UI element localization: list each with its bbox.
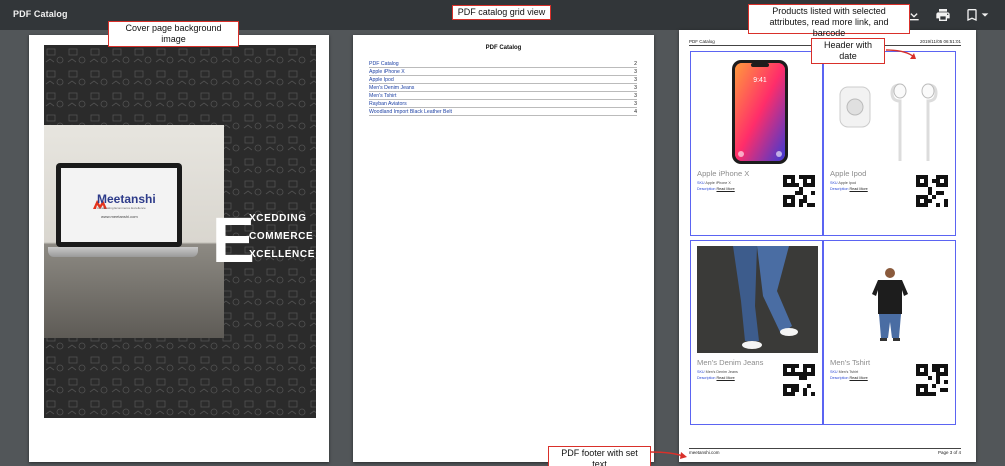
toc-item[interactable]: Rayban Aviators 3: [369, 100, 637, 108]
callout-header-date: Header with date: [811, 38, 885, 64]
barcode-qr-icon: [916, 364, 948, 396]
product-image-iphone: 9:41: [732, 60, 788, 164]
toc-item[interactable]: Apple iPhone X 3: [369, 68, 637, 76]
footer-page-number: Page 3 of 4: [937, 450, 961, 455]
cover-background-image: Meetanshi Accelerating Ecommerce Excelle…: [44, 45, 316, 418]
product-name: Men's Tshirt: [830, 358, 871, 367]
brand-name: Meetanshi: [97, 192, 156, 206]
toc-item[interactable]: PDF Catalog 2: [369, 60, 637, 68]
sku-value: Men's Tshirt: [838, 370, 859, 374]
sku-label: SKU: [830, 181, 838, 185]
laptop-base: [48, 247, 198, 257]
product-name: Men's Denim Jeans: [697, 358, 764, 367]
page-footer: meetanshi.com Page 3 of 4: [689, 448, 961, 455]
product-card: 9:41 Apple iPhone X SKU Apple iPhone X D…: [690, 51, 823, 236]
toc-page: PDF Catalog PDF Catalog 2 Apple iPhone X 3…: [353, 35, 654, 462]
phone-time: 9:41: [753, 77, 767, 84]
product-description: Description Read More: [697, 376, 735, 380]
toc-item[interactable]: Apple Ipod 3: [369, 76, 637, 84]
product-description: Description Read More: [830, 376, 868, 380]
read-more-link[interactable]: Read More: [716, 187, 734, 191]
product-name: Apple iPhone X: [697, 169, 750, 178]
laptop-photo: Meetanshi Accelerating Ecommerce Excelle…: [44, 125, 224, 338]
barcode-qr-icon: [916, 175, 948, 207]
callout-grid-view: PDF catalog grid view: [452, 5, 551, 20]
brand-tagline: Accelerating Ecommerce Excellence: [97, 206, 146, 210]
product-card: Apple Ipod SKU Apple Ipod Description Re…: [823, 51, 956, 236]
read-more-link[interactable]: Read More: [849, 187, 867, 191]
callout-products-line-2: attributes, read more link, and barcode: [769, 17, 889, 38]
product-image-earphones: [839, 83, 938, 161]
barcode-qr-icon: [783, 364, 815, 396]
product-card: Men's Tshirt SKU Men's Tshirt Descriptio…: [823, 240, 956, 425]
laptop-screen: Meetanshi Accelerating Ecommerce Excelle…: [56, 163, 182, 247]
toc-list: PDF Catalog 2 Apple iPhone X 3 Apple Ipod 3…: [369, 60, 637, 116]
sku-label: SKU: [697, 181, 705, 185]
toc-item[interactable]: Men's Denim Jeans 3: [369, 84, 637, 92]
product-sku: SKU Apple iPhone X: [697, 181, 731, 185]
read-more-link[interactable]: Read More: [849, 376, 867, 380]
product-sku: SKU Apple Ipod: [830, 181, 856, 185]
product-sku: SKU Men's Tshirt: [830, 370, 858, 374]
toc-title: PDF Catalog: [485, 45, 522, 51]
product-sku: SKU Men's Denim Jeans: [697, 370, 738, 374]
toc-item-label[interactable]: Men's Denim Jeans: [369, 84, 414, 91]
product-description: Description Read More: [830, 187, 868, 191]
barcode-qr-icon: [783, 175, 815, 207]
toc-item-page: 2: [634, 61, 637, 67]
product-image-jeans: [697, 246, 818, 353]
callout-cover-background: Cover page background image: [108, 21, 239, 47]
description-label: Description: [830, 187, 849, 191]
bookmark-icon[interactable]: [964, 7, 980, 23]
toc-item-page: 3: [634, 77, 637, 83]
read-more-link[interactable]: Read More: [716, 376, 734, 380]
toc-item-page: 3: [634, 85, 637, 91]
toc-item-label[interactable]: Rayban Aviators: [369, 100, 407, 107]
cover-big-letter: E: [212, 204, 255, 276]
cover-page: Meetanshi Accelerating Ecommerce Excelle…: [29, 35, 329, 462]
cover-line-2: COMMERCE: [249, 231, 314, 242]
description-label: Description: [830, 376, 849, 380]
toc-item-page: 4: [634, 109, 637, 115]
sku-value: Men's Denim Jeans: [705, 370, 738, 374]
toc-item-label[interactable]: Men's Tshirt: [369, 92, 396, 99]
toc-item[interactable]: Woodland Import Black Leather Belt 4: [369, 108, 637, 116]
description-label: Description: [697, 187, 716, 191]
document-title: PDF Catalog: [13, 9, 68, 19]
callout-products-line-1: Products listed with selected: [772, 6, 886, 16]
description-label: Description: [697, 376, 716, 380]
product-image-tshirt: [872, 268, 908, 341]
toc-item-label[interactable]: Woodland Import Black Leather Belt: [369, 108, 452, 115]
product-card: Men's Denim Jeans SKU Men's Denim Jeans …: [690, 240, 823, 425]
toc-item-page: 3: [634, 93, 637, 99]
product-grid-page: PDF Catalog 2019/11/05 06:51:01 9:41 App…: [679, 30, 976, 462]
product-name: Apple Ipod: [830, 169, 867, 178]
toc-item-page: 3: [634, 69, 637, 75]
brand-url: www.meetanshi.com: [101, 214, 138, 219]
header-date: 2019/11/05 06:51:01: [920, 39, 961, 44]
toc-item-page: 3: [634, 101, 637, 107]
footer-text: meetanshi.com: [689, 450, 720, 455]
toc-item-label[interactable]: Apple Ipod: [369, 76, 394, 83]
cover-line-3: XCELLENCE: [249, 249, 315, 260]
chevron-down-icon[interactable]: [980, 7, 990, 23]
toc-item-label[interactable]: PDF Catalog: [369, 60, 399, 67]
callout-footer-text: PDF footer with set text: [548, 446, 651, 466]
arrow-to-header: [885, 49, 916, 59]
sku-value: Apple iPhone X: [705, 181, 731, 185]
toc-item-label[interactable]: Apple iPhone X: [369, 68, 405, 75]
print-icon[interactable]: [935, 7, 951, 23]
header-title: PDF Catalog: [689, 39, 715, 44]
callout-products-listed: Products listed with selected attributes…: [748, 4, 910, 38]
sku-label: SKU: [830, 370, 838, 374]
arrow-to-footer: [650, 451, 687, 459]
product-description: Description Read More: [697, 187, 735, 191]
sku-value: Apple Ipod: [838, 181, 857, 185]
cover-line-1: XCEDDING: [249, 213, 307, 224]
toc-item[interactable]: Men's Tshirt 3: [369, 92, 637, 100]
sku-label: SKU: [697, 370, 705, 374]
